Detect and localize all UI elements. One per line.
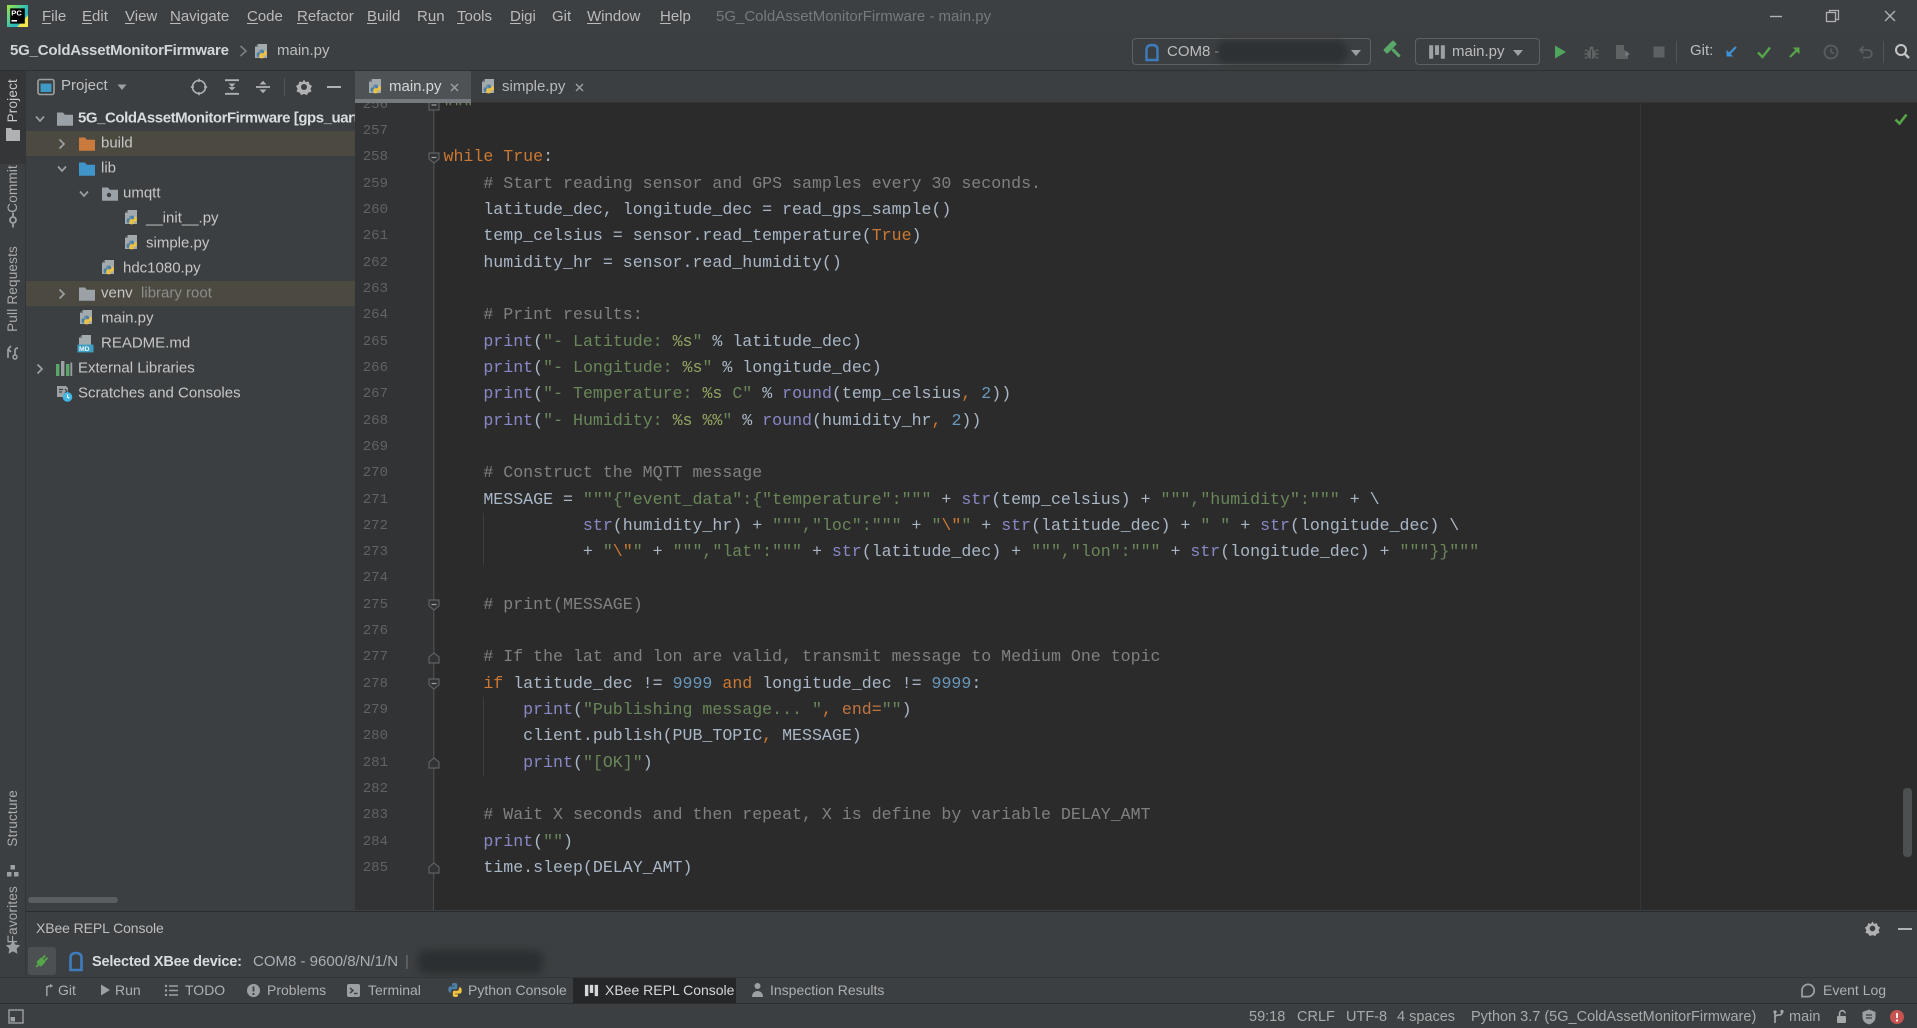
svg-text:PC: PC <box>11 9 22 18</box>
svg-text:MD: MD <box>79 346 90 353</box>
